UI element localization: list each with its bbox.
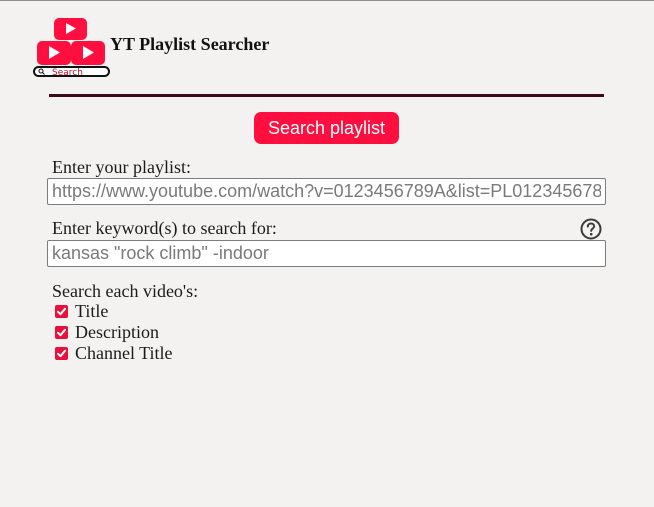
logo-caption: Search <box>52 68 83 78</box>
checkmark-icon <box>57 349 66 357</box>
playlist-input[interactable] <box>47 178 606 205</box>
app-title: YT Playlist Searcher <box>110 34 270 54</box>
option-channel-title[interactable]: Channel Title <box>55 343 173 363</box>
description-checkbox[interactable] <box>55 325 68 339</box>
app-logo: Search <box>33 17 111 79</box>
search-playlist-button[interactable]: Search playlist <box>254 112 399 144</box>
option-title[interactable]: Title <box>55 301 108 321</box>
checkmark-icon <box>57 328 66 336</box>
title-checkbox[interactable] <box>55 304 68 318</box>
help-icon[interactable] <box>580 218 602 240</box>
keywords-input[interactable] <box>47 240 606 267</box>
youtube-play-stack-icon: Search <box>33 18 110 78</box>
option-description[interactable]: Description <box>55 322 159 342</box>
header-divider <box>49 94 604 97</box>
description-option-label[interactable]: Description <box>75 322 159 343</box>
title-option-label[interactable]: Title <box>75 301 108 322</box>
keywords-label: Enter keyword(s) to search for: <box>52 218 277 238</box>
playlist-label: Enter your playlist: <box>52 157 191 177</box>
checkmark-icon <box>57 307 66 315</box>
search-fields-label: Search each video's: <box>52 281 199 301</box>
channel-title-option-label[interactable]: Channel Title <box>75 343 173 364</box>
channel-title-checkbox[interactable] <box>55 346 68 360</box>
question-mark-circle-icon <box>580 218 602 240</box>
